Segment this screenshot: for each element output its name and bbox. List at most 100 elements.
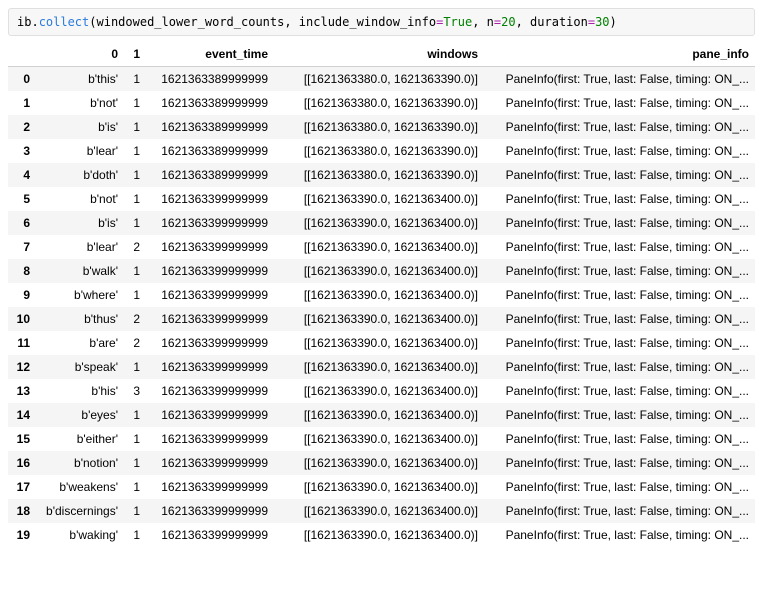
table-row: 14b'eyes'11621363399999999[[1621363390.0…	[8, 403, 755, 427]
cell-1: 1	[124, 403, 146, 427]
code-val1: True	[443, 15, 472, 29]
code-sep3: ,	[516, 15, 530, 29]
cell-windows: [[1621363390.0, 1621363400.0)]	[274, 187, 484, 211]
cell-windows: [[1621363390.0, 1621363400.0)]	[274, 355, 484, 379]
cell-event-time: 1621363399999999	[146, 499, 274, 523]
cell-pane-info: PaneInfo(first: True, last: False, timin…	[484, 67, 755, 92]
code-sep2: ,	[472, 15, 486, 29]
cell-1: 1	[124, 187, 146, 211]
cell-0: b'speak'	[36, 355, 124, 379]
cell-windows: [[1621363390.0, 1621363400.0)]	[274, 211, 484, 235]
table-row: 18b'discernings'11621363399999999[[16213…	[8, 499, 755, 523]
cell-1: 1	[124, 523, 146, 547]
row-index: 10	[8, 307, 36, 331]
cell-windows: [[1621363390.0, 1621363400.0)]	[274, 427, 484, 451]
row-index: 0	[8, 67, 36, 92]
cell-1: 1	[124, 283, 146, 307]
code-kw1: include_window_info	[299, 15, 436, 29]
cell-1: 1	[124, 427, 146, 451]
code-obj: ib	[17, 15, 31, 29]
table-row: 3b'lear'11621363389999999[[1621363380.0,…	[8, 139, 755, 163]
row-index: 7	[8, 235, 36, 259]
cell-event-time: 1621363389999999	[146, 67, 274, 92]
code-val3: 30	[595, 15, 609, 29]
row-index: 13	[8, 379, 36, 403]
cell-1: 1	[124, 451, 146, 475]
row-index: 11	[8, 331, 36, 355]
cell-windows: [[1621363390.0, 1621363400.0)]	[274, 475, 484, 499]
cell-1: 1	[124, 67, 146, 92]
cell-1: 1	[124, 139, 146, 163]
row-index: 9	[8, 283, 36, 307]
row-index: 12	[8, 355, 36, 379]
cell-0: b'notion'	[36, 451, 124, 475]
cell-windows: [[1621363380.0, 1621363390.0)]	[274, 115, 484, 139]
cell-event-time: 1621363399999999	[146, 523, 274, 547]
cell-0: b'either'	[36, 427, 124, 451]
table-row: 10b'thus'21621363399999999[[1621363390.0…	[8, 307, 755, 331]
cell-0: b'doth'	[36, 163, 124, 187]
cell-0: b'thus'	[36, 307, 124, 331]
row-index: 18	[8, 499, 36, 523]
code-method: collect	[39, 15, 90, 29]
cell-pane-info: PaneInfo(first: True, last: False, timin…	[484, 331, 755, 355]
cell-pane-info: PaneInfo(first: True, last: False, timin…	[484, 523, 755, 547]
cell-event-time: 1621363399999999	[146, 259, 274, 283]
cell-windows: [[1621363390.0, 1621363400.0)]	[274, 523, 484, 547]
cell-event-time: 1621363389999999	[146, 163, 274, 187]
cell-pane-info: PaneInfo(first: True, last: False, timin…	[484, 451, 755, 475]
row-index: 1	[8, 91, 36, 115]
cell-1: 3	[124, 379, 146, 403]
code-dot: .	[31, 15, 38, 29]
cell-windows: [[1621363390.0, 1621363400.0)]	[274, 235, 484, 259]
cell-0: b'not'	[36, 91, 124, 115]
code-arg1: windowed_lower_word_counts	[97, 15, 285, 29]
cell-event-time: 1621363389999999	[146, 115, 274, 139]
cell-windows: [[1621363380.0, 1621363390.0)]	[274, 139, 484, 163]
cell-0: b'his'	[36, 379, 124, 403]
table-row: 2b'is'11621363389999999[[1621363380.0, 1…	[8, 115, 755, 139]
table-row: 17b'weakens'11621363399999999[[162136339…	[8, 475, 755, 499]
code-cell: ib.collect(windowed_lower_word_counts, i…	[8, 8, 755, 36]
table-row: 7b'lear'21621363399999999[[1621363390.0,…	[8, 235, 755, 259]
header-row: 0 1 event_time windows pane_info	[8, 42, 755, 67]
code-open: (	[89, 15, 96, 29]
cell-0: b'lear'	[36, 235, 124, 259]
row-index: 14	[8, 403, 36, 427]
cell-1: 1	[124, 475, 146, 499]
cell-event-time: 1621363399999999	[146, 355, 274, 379]
cell-pane-info: PaneInfo(first: True, last: False, timin…	[484, 235, 755, 259]
code-kw3: duration	[530, 15, 588, 29]
row-index: 5	[8, 187, 36, 211]
cell-windows: [[1621363390.0, 1621363400.0)]	[274, 283, 484, 307]
cell-1: 2	[124, 331, 146, 355]
cell-1: 1	[124, 163, 146, 187]
cell-event-time: 1621363399999999	[146, 307, 274, 331]
cell-event-time: 1621363399999999	[146, 427, 274, 451]
cell-0: b'waking'	[36, 523, 124, 547]
cell-windows: [[1621363390.0, 1621363400.0)]	[274, 259, 484, 283]
cell-0: b'not'	[36, 187, 124, 211]
cell-event-time: 1621363399999999	[146, 235, 274, 259]
cell-0: b'eyes'	[36, 403, 124, 427]
code-eq3: =	[588, 15, 595, 29]
cell-event-time: 1621363399999999	[146, 331, 274, 355]
col-pane-info-header: pane_info	[484, 42, 755, 67]
table-row: 1b'not'11621363389999999[[1621363380.0, …	[8, 91, 755, 115]
table-row: 6b'is'11621363399999999[[1621363390.0, 1…	[8, 211, 755, 235]
cell-0: b'is'	[36, 115, 124, 139]
row-index: 4	[8, 163, 36, 187]
cell-windows: [[1621363380.0, 1621363390.0)]	[274, 67, 484, 92]
table-row: 8b'walk'11621363399999999[[1621363390.0,…	[8, 259, 755, 283]
cell-0: b'are'	[36, 331, 124, 355]
cell-1: 1	[124, 499, 146, 523]
table-row: 0b'this'11621363389999999[[1621363380.0,…	[8, 67, 755, 92]
row-index: 3	[8, 139, 36, 163]
cell-windows: [[1621363390.0, 1621363400.0)]	[274, 403, 484, 427]
cell-0: b'this'	[36, 67, 124, 92]
cell-windows: [[1621363380.0, 1621363390.0)]	[274, 91, 484, 115]
code-val2: 20	[501, 15, 515, 29]
cell-pane-info: PaneInfo(first: True, last: False, timin…	[484, 475, 755, 499]
cell-0: b'walk'	[36, 259, 124, 283]
row-index: 2	[8, 115, 36, 139]
